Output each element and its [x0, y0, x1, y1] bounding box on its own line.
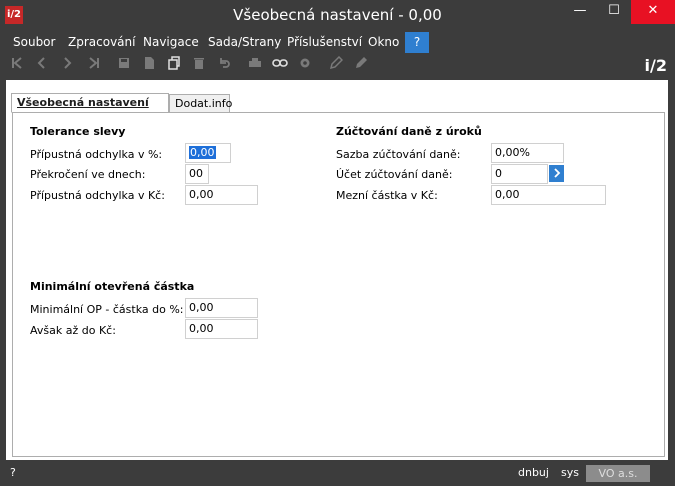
section-zuctovani-title: Zúčtování daně z úroků [336, 125, 482, 138]
op-label: Minimální OP - částka do %: [30, 303, 184, 316]
odchylka-pct-field[interactable]: 0,00 [185, 143, 231, 163]
copy-icon[interactable] [164, 56, 184, 76]
next-record-icon[interactable] [57, 56, 77, 76]
odchylka-kc-field[interactable]: 0,00 [185, 185, 258, 205]
edit-icon[interactable] [326, 55, 346, 76]
link-icon[interactable] [270, 56, 290, 76]
menu-prislusenstvi[interactable]: Příslušenství [287, 31, 362, 53]
ucet-lookup-button[interactable] [549, 165, 564, 182]
print-icon[interactable] [245, 56, 265, 76]
menu-navigace[interactable]: Navigace [143, 31, 199, 53]
settings-panel: Tolerance slevy Přípustná odchylka v %: … [12, 112, 665, 457]
tab-vseobecna-label: Všeobecná nastavení [17, 96, 149, 109]
tab-dodat-info[interactable]: Dodat.info [169, 94, 232, 113]
section-tolerance-title: Tolerance slevy [30, 125, 126, 138]
status-user: dnbuj [518, 466, 549, 479]
menu-sada-strany[interactable]: Sada/Strany [208, 31, 281, 53]
title-bar: i/2 Všeobecná nastavení - 0,00 — ☐ ✕ [0, 0, 675, 31]
prekroceni-field[interactable]: 00 [185, 164, 209, 184]
pencil-icon[interactable] [351, 56, 371, 76]
settings-icon[interactable] [295, 56, 315, 76]
undo-icon[interactable] [214, 56, 234, 76]
tab-vseobecna-nastaveni[interactable]: Všeobecná nastavení [11, 93, 169, 113]
mezni-label: Mezní částka v Kč: [336, 189, 438, 202]
main-content: Všeobecná nastavení Dodat.info Tolerance… [6, 80, 668, 460]
toolbar: i/2 [0, 53, 675, 80]
odchylka-kc-label: Přípustná odchylka v Kč: [30, 189, 165, 202]
new-document-icon[interactable] [139, 56, 159, 76]
status-db: sys [561, 466, 579, 479]
menu-okno[interactable]: Okno [368, 31, 399, 53]
sazba-field[interactable]: 0,00% [491, 143, 564, 163]
save-icon[interactable] [114, 56, 134, 76]
menu-help-button[interactable]: ? [405, 32, 429, 53]
odchylka-pct-value: 0,00 [189, 146, 216, 159]
menu-bar: Soubor Zpracování Navigace Sada/Strany P… [0, 31, 675, 53]
status-help[interactable]: ? [10, 466, 16, 479]
op-field[interactable]: 0,00 [185, 298, 258, 318]
avsak-field[interactable]: 0,00 [185, 319, 258, 339]
last-record-icon[interactable] [84, 56, 104, 76]
menu-soubor[interactable]: Soubor [13, 31, 55, 53]
prekroceni-label: Překročení ve dnech: [30, 168, 146, 181]
status-bar: ? dnbuj sys VO a.s. [0, 462, 675, 486]
odchylka-pct-label: Přípustná odchylka v %: [30, 148, 163, 161]
close-button[interactable]: ✕ [631, 0, 675, 24]
delete-icon[interactable] [189, 56, 209, 76]
brand-logo: i/2 [644, 56, 667, 75]
minimize-button[interactable]: — [563, 0, 597, 24]
ucet-field[interactable]: 0 [491, 164, 548, 184]
first-record-icon[interactable] [7, 56, 27, 76]
mezni-field[interactable]: 0,00 [491, 185, 606, 205]
previous-record-icon[interactable] [32, 56, 52, 76]
section-minimal-title: Minimální otevřená částka [30, 280, 195, 293]
avsak-label: Avšak až do Kč: [30, 324, 116, 337]
menu-zpracovani[interactable]: Zpracování [68, 31, 135, 53]
status-company: VO a.s. [586, 465, 650, 482]
maximize-button[interactable]: ☐ [597, 0, 631, 24]
ucet-label: Účet zúčtování daně: [336, 168, 453, 181]
sazba-label: Sazba zúčtování daně: [336, 148, 461, 161]
